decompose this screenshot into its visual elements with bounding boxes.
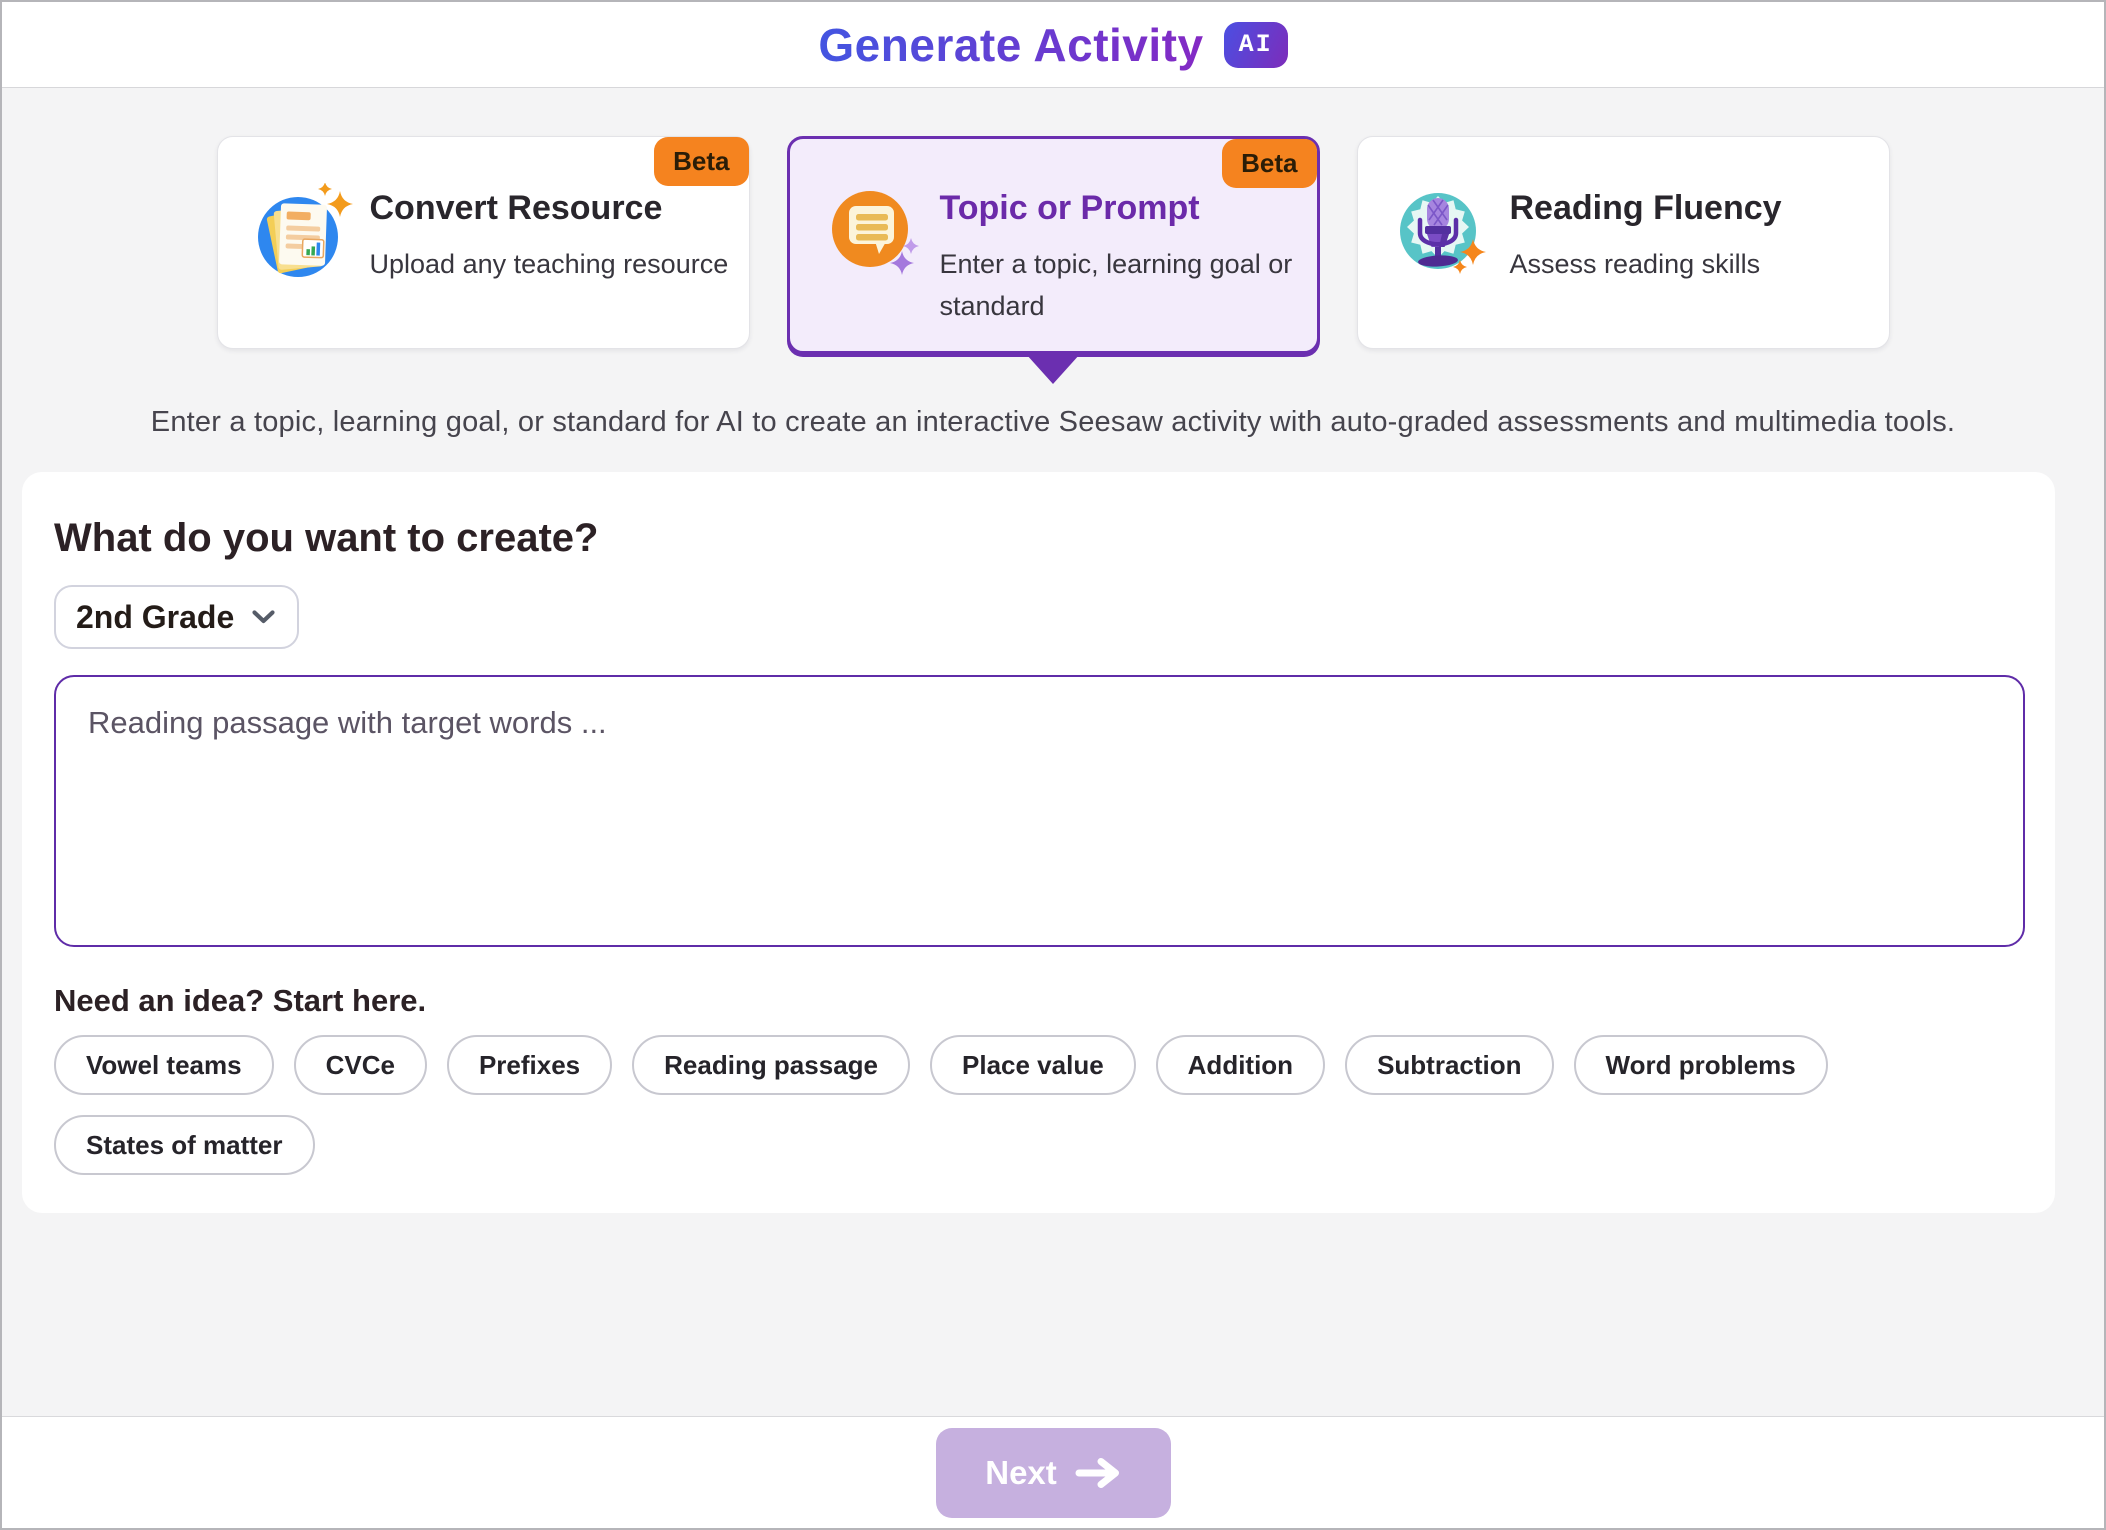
idea-chip[interactable]: States of matter [54,1115,315,1175]
card-title: Reading Fluency [1510,189,1782,228]
chevron-down-icon [252,610,275,624]
card-topic-or-prompt[interactable]: Beta Topic or Prompt [787,136,1320,354]
selected-card-pointer [1026,354,1080,384]
idea-chip[interactable]: Addition [1156,1035,1325,1095]
beta-badge: Beta [654,137,748,186]
idea-chip[interactable]: Place value [930,1035,1136,1095]
card-subtitle: Upload any teaching resource [370,244,729,286]
prompt-input[interactable] [54,675,2025,947]
beta-badge: Beta [1222,139,1316,188]
card-convert-resource[interactable]: Beta [217,136,750,349]
idea-chip[interactable]: Vowel teams [54,1035,274,1095]
idea-chip[interactable]: CVCe [294,1035,427,1095]
card-subtitle: Assess reading skills [1510,244,1782,286]
arrow-right-icon [1075,1457,1121,1489]
footer-bar: Next [2,1416,2104,1528]
idea-chips: Vowel teams CVCe Prefixes Reading passag… [54,1035,1984,1175]
create-form-panel: What do you want to create? 2nd Grade Ne… [22,472,2055,1213]
next-button-label: Next [985,1454,1057,1492]
next-button[interactable]: Next [936,1428,1171,1518]
card-reading-fluency[interactable]: Reading Fluency Assess reading skills [1357,136,1890,349]
microphone-icon [1392,183,1496,287]
card-title: Convert Resource [370,189,729,228]
mode-description: Enter a topic, learning goal, or standar… [2,406,2104,439]
idea-chip[interactable]: Subtraction [1345,1035,1553,1095]
ai-badge: AI [1224,22,1288,68]
header: Generate Activity AI [2,2,2104,88]
form-heading: What do you want to create? [54,516,2021,561]
speech-bubble-icon [822,183,926,287]
grade-selector[interactable]: 2nd Grade [54,585,299,649]
document-stack-icon [252,183,356,287]
card-subtitle: Enter a topic, learning goal or standard [940,244,1299,328]
idea-chip[interactable]: Prefixes [447,1035,612,1095]
idea-chip[interactable]: Reading passage [632,1035,910,1095]
mode-cards-row: Beta [2,136,2104,354]
grade-selector-value: 2nd Grade [76,599,234,636]
generate-activity-window: Generate Activity AI Beta [0,0,2106,1530]
ideas-heading: Need an idea? Start here. [54,983,2021,1019]
idea-chip[interactable]: Word problems [1574,1035,1828,1095]
page-title: Generate Activity [818,18,1203,72]
card-title: Topic or Prompt [940,189,1299,228]
